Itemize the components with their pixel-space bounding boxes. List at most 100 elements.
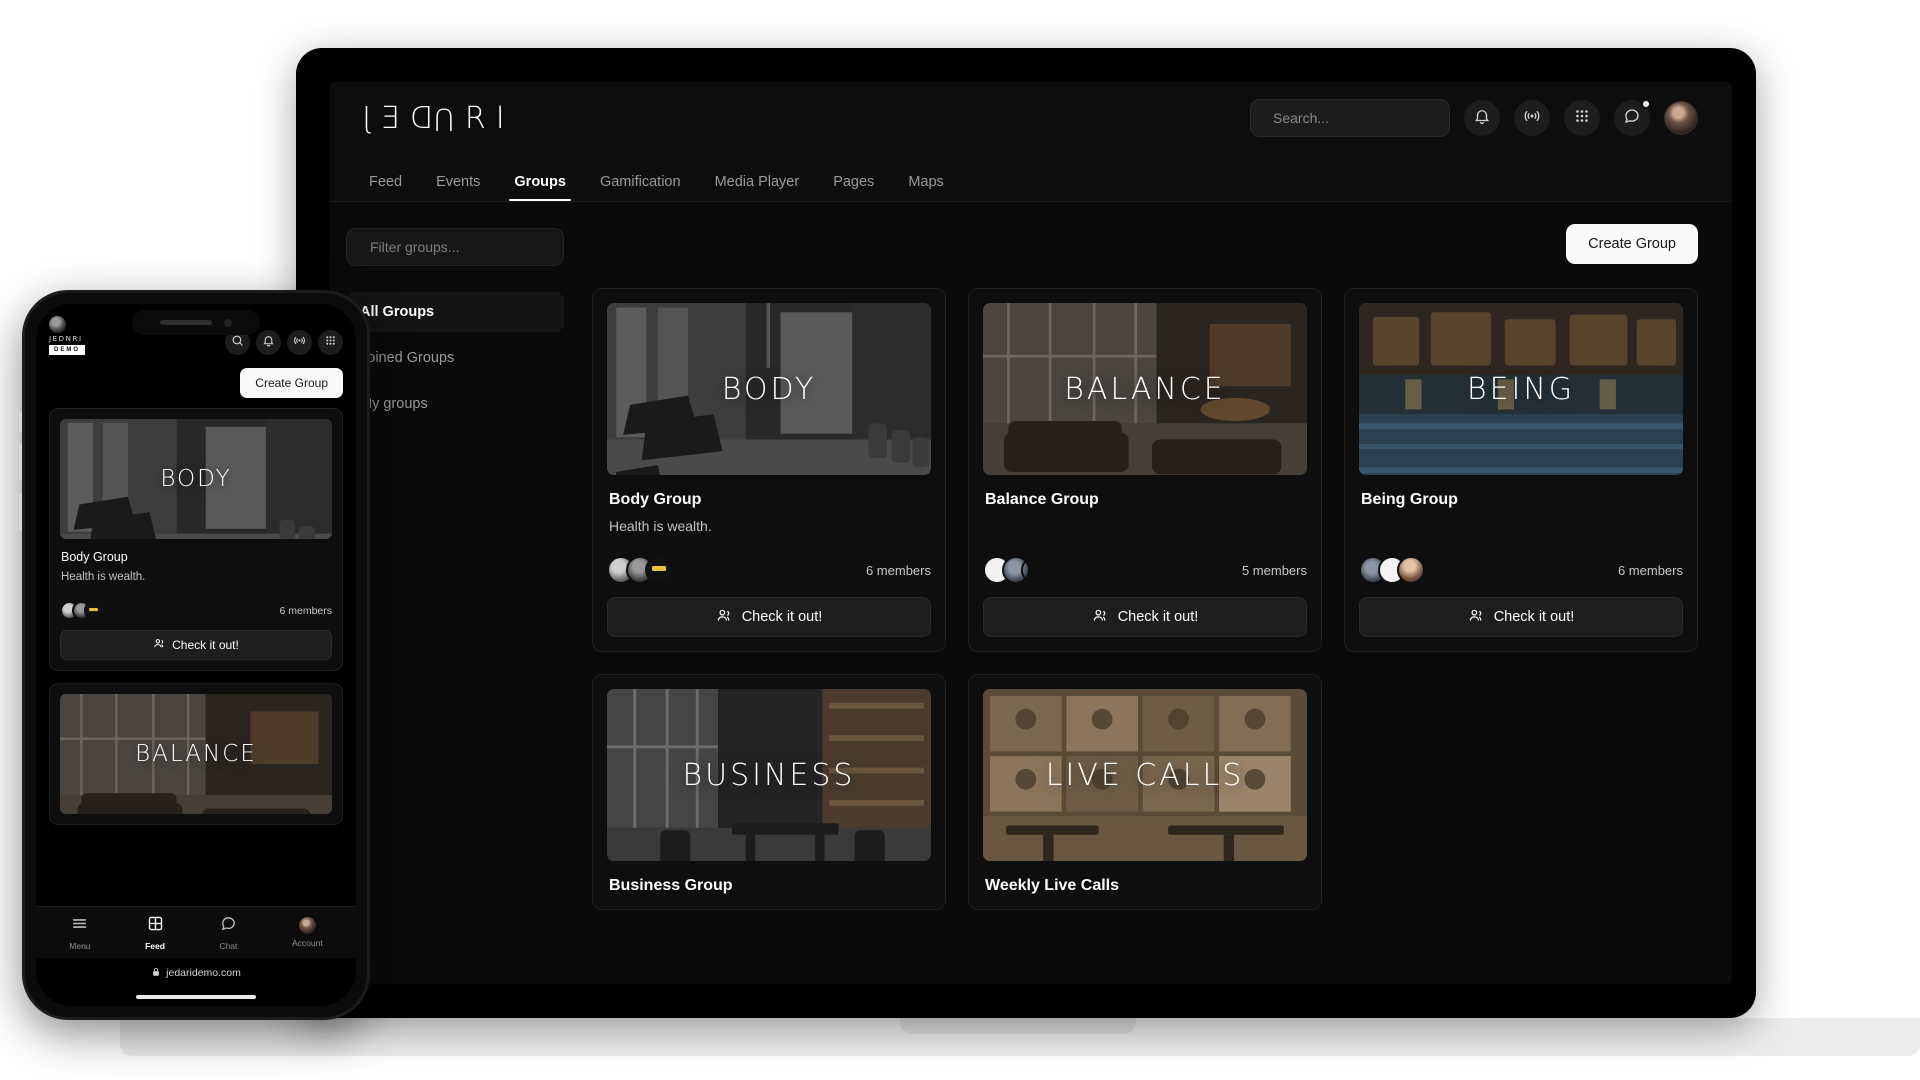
phone-camera <box>224 318 232 327</box>
group-card[interactable]: BODY Body Group Health is wealth. 6 memb… <box>592 288 946 652</box>
group-title: Balance Group <box>985 491 1099 508</box>
sidebar-item-my-groups[interactable]: My groups <box>346 384 564 424</box>
group-title: Business Group <box>609 877 733 894</box>
phone-screen: JEDNRI DEMO Create Group BODY Body Group… <box>36 304 356 1006</box>
phone-toolbar: Create Group <box>36 362 356 408</box>
phone-silent-switch[interactable] <box>19 493 22 531</box>
cover-overlay-text: BALANCE <box>135 741 257 767</box>
group-meta: 5 members <box>983 534 1307 584</box>
app-header: JEDURI <box>330 82 1732 154</box>
grid-apps-icon <box>324 334 337 352</box>
notifications-button[interactable] <box>1464 100 1500 136</box>
avatar <box>1021 556 1049 584</box>
member-count: 5 members <box>1241 562 1307 578</box>
group-description: Health is wealth. <box>609 518 712 534</box>
phone-notifications-button[interactable] <box>256 330 281 355</box>
sidebar-item-joined-groups[interactable]: Joined Groups <box>346 338 564 378</box>
tab-pages[interactable]: Pages <box>816 174 891 201</box>
people-icon <box>1468 607 1485 628</box>
phone-brand-avatar <box>49 316 66 333</box>
phone-create-group-button[interactable]: Create Group <box>240 368 343 398</box>
group-cover-image: LIVE CALLS <box>983 689 1307 861</box>
laptop-base-notch <box>900 1018 1136 1034</box>
avatar <box>84 601 103 620</box>
phone-volume-up-button[interactable] <box>19 411 22 433</box>
phone-brand[interactable]: JEDNRI DEMO <box>49 316 85 355</box>
member-avatars <box>607 556 673 584</box>
brand-logo[interactable]: JEDURI <box>352 101 515 136</box>
groups-content: Create Group BODY Body Group Health is w… <box>580 202 1732 984</box>
messages-badge <box>1641 99 1651 109</box>
phone-home-indicator <box>36 988 356 1006</box>
check-it-out-label: Check it out! <box>1117 609 1199 625</box>
phone-nav-feed[interactable]: Feed <box>145 915 165 951</box>
group-title: Weekly Live Calls <box>985 877 1119 894</box>
groups-toolbar: Create Group <box>592 224 1698 264</box>
bell-icon <box>262 334 275 352</box>
check-it-out-button[interactable]: Check it out! <box>1359 597 1683 637</box>
phone-url-text: jedaridemo.com <box>166 967 241 979</box>
broadcast-icon <box>293 334 306 352</box>
filter-groups-input[interactable] <box>370 239 550 255</box>
group-card[interactable]: LIVE CALLS Weekly Live Calls <box>968 674 1322 910</box>
messages-button[interactable] <box>1614 99 1651 136</box>
grid-icon <box>147 915 164 937</box>
phone-check-label: Check it out! <box>172 638 239 652</box>
user-avatar[interactable] <box>1664 101 1698 135</box>
laptop-screen: JEDURI Search... Feed Events Groups Gami… <box>330 82 1732 984</box>
search-box[interactable] <box>1250 99 1450 144</box>
broadcast-button[interactable] <box>1514 100 1550 136</box>
phone-volume-down-button[interactable] <box>19 443 22 481</box>
phone-device: JEDNRI DEMO Create Group BODY Body Group… <box>19 290 370 1020</box>
bell-icon <box>1473 107 1491 130</box>
avatar <box>1397 556 1425 584</box>
phone-member-count: 6 members <box>279 604 332 617</box>
sidebar-item-all-groups[interactable]: All Groups <box>346 292 564 332</box>
check-it-out-button[interactable]: Check it out! <box>983 597 1307 637</box>
create-group-button[interactable]: Create Group <box>1566 224 1698 264</box>
member-avatars <box>1359 556 1425 584</box>
tab-events[interactable]: Events <box>419 174 497 201</box>
hamburger-icon <box>71 915 88 937</box>
apps-button[interactable] <box>1564 100 1600 136</box>
main-navigation: Feed Events Groups Gamification Media Pl… <box>330 154 1732 202</box>
filter-groups-box[interactable] <box>346 228 564 273</box>
search-input[interactable] <box>1273 110 1436 126</box>
tab-media-player[interactable]: Media Player <box>698 174 817 201</box>
phone-url-bar[interactable]: jedaridemo.com <box>36 958 356 988</box>
phone-nav-label: Feed <box>145 940 165 951</box>
chat-bubble-icon <box>1623 107 1641 130</box>
member-count: 6 members <box>1617 562 1683 578</box>
phone-check-it-out-button[interactable]: Check it out! <box>60 630 332 660</box>
check-it-out-button[interactable]: Check it out! <box>607 597 931 637</box>
phone-group-title: Body Group <box>61 550 128 564</box>
group-card[interactable]: BALANCE Balance Group 5 members Check it… <box>968 288 1322 652</box>
people-icon <box>1092 607 1109 628</box>
avatar-icon <box>298 917 316 934</box>
group-meta: 6 members <box>1359 534 1683 584</box>
phone-apps-button[interactable] <box>318 330 343 355</box>
tab-gamification[interactable]: Gamification <box>583 174 698 201</box>
tab-feed[interactable]: Feed <box>352 174 419 201</box>
broadcast-icon <box>1523 107 1541 130</box>
cover-overlay-text: BODY <box>160 466 232 492</box>
header-actions <box>1250 99 1698 144</box>
phone-nav-chat[interactable]: Chat <box>219 915 237 951</box>
laptop-device: JEDURI Search... Feed Events Groups Gami… <box>296 48 1756 1018</box>
phone-group-description: Health is wealth. <box>61 571 146 583</box>
group-card[interactable]: BUSINESS Business Group <box>592 674 946 910</box>
phone-group-card[interactable]: BALANCE <box>49 683 343 825</box>
cover-overlay-text: BALANCE <box>1064 371 1226 407</box>
search-icon <box>231 334 244 352</box>
phone-nav-label: Menu <box>69 940 91 951</box>
tab-maps[interactable]: Maps <box>891 174 960 201</box>
phone-group-card[interactable]: BODY Body Group Health is wealth. 6 memb… <box>49 408 343 671</box>
check-it-out-label: Check it out! <box>1493 609 1575 625</box>
phone-nav-account[interactable]: Account <box>292 917 323 948</box>
group-card[interactable]: BEING Being Group 6 members Check it out… <box>1344 288 1698 652</box>
phone-nav-menu[interactable]: Menu <box>69 915 91 951</box>
phone-group-meta: 6 members <box>60 601 332 620</box>
tab-groups[interactable]: Groups <box>497 174 583 201</box>
phone-broadcast-button[interactable] <box>287 330 312 355</box>
chat-bubble-icon <box>220 915 237 937</box>
